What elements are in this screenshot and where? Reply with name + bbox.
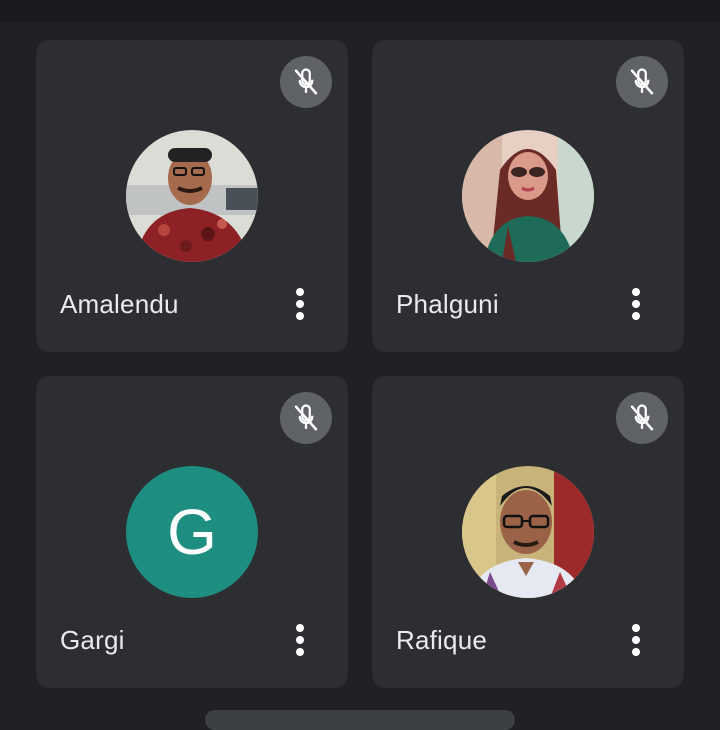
participant-tile-rafique[interactable]: Rafique (372, 376, 684, 688)
participant-tile-phalguni[interactable]: Phalguni (372, 40, 684, 352)
participant-name: Gargi (60, 625, 125, 655)
microphone-off-icon (280, 392, 332, 444)
more-vertical-icon[interactable] (282, 622, 318, 658)
more-vertical-icon[interactable] (618, 286, 654, 322)
microphone-off-icon (616, 56, 668, 108)
avatar (462, 466, 594, 598)
participant-name: Phalguni (396, 289, 499, 319)
more-vertical-icon[interactable] (618, 622, 654, 658)
participant-name: Rafique (396, 625, 488, 655)
top-status-bar (0, 0, 720, 22)
avatar (462, 130, 594, 262)
more-vertical-icon[interactable] (282, 286, 318, 322)
participant-tile-amalendu[interactable]: Amalendu (36, 40, 348, 352)
participant-name: Amalendu (60, 289, 179, 319)
avatar-initial: G (126, 466, 258, 598)
microphone-off-icon (616, 392, 668, 444)
bottom-control-bar[interactable] (205, 710, 515, 730)
avatar (126, 130, 258, 262)
participant-tile-gargi[interactable]: G Gargi (36, 376, 348, 688)
microphone-off-icon (280, 56, 332, 108)
